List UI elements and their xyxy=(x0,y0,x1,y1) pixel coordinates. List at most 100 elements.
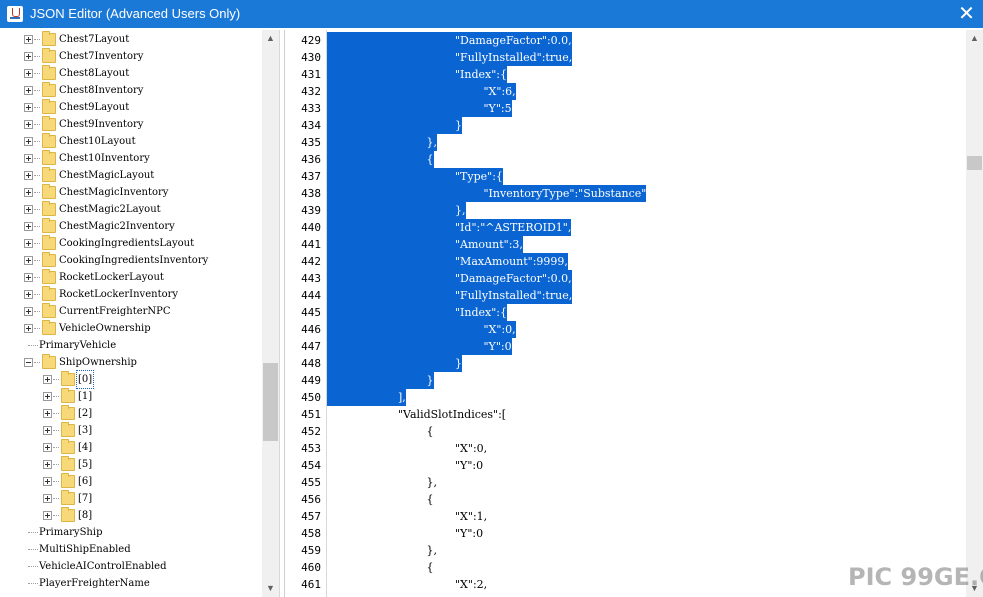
tree-item[interactable]: PrimaryVehicle xyxy=(0,337,262,354)
expand-plus-icon[interactable] xyxy=(43,477,52,486)
tree-item[interactable]: [7] xyxy=(0,490,262,507)
expand-plus-icon[interactable] xyxy=(24,86,33,95)
code-line[interactable]: "X":2, xyxy=(455,576,487,593)
expand-plus-icon[interactable] xyxy=(24,154,33,163)
tree-item[interactable]: ChestMagic2Layout xyxy=(0,201,262,218)
expand-plus-icon[interactable] xyxy=(24,324,33,333)
code-line-selected[interactable]: "Index":{ xyxy=(455,66,508,83)
code-line-selected[interactable]: { xyxy=(426,151,434,168)
tree-item[interactable]: RocketLockerLayout xyxy=(0,269,262,286)
expand-plus-icon[interactable] xyxy=(24,307,33,316)
tree-item[interactable]: [3] xyxy=(0,422,262,439)
tree-scrollbar-thumb[interactable] xyxy=(263,363,278,441)
code-line-selected[interactable]: "Amount":3, xyxy=(455,236,523,253)
expand-plus-icon[interactable] xyxy=(24,256,33,265)
editor-scrollbar-thumb[interactable] xyxy=(967,156,982,170)
tree-item[interactable]: Chest9Inventory xyxy=(0,116,262,133)
code-line[interactable]: { xyxy=(427,559,434,576)
code-line-selected[interactable]: "Type":{ xyxy=(455,168,503,185)
tree-item[interactable]: RocketLockerInventory xyxy=(0,286,262,303)
code-line-selected[interactable]: ], xyxy=(398,389,406,406)
code-line[interactable]: }, xyxy=(427,542,438,559)
expand-plus-icon[interactable] xyxy=(43,460,52,469)
tree-item[interactable]: VehicleOwnership xyxy=(0,320,262,337)
tree-scrollbar[interactable]: ▲ ▼ xyxy=(262,30,279,597)
code-line-selected[interactable]: "X":6, xyxy=(483,83,516,100)
code-line[interactable]: }, xyxy=(427,474,438,491)
tree-item[interactable]: CookingIngredientsInventory xyxy=(0,252,262,269)
expand-plus-icon[interactable] xyxy=(24,137,33,146)
tree-item[interactable]: ChestMagic2Inventory xyxy=(0,218,262,235)
tree-item[interactable]: PrimaryShip xyxy=(0,524,262,541)
expand-plus-icon[interactable] xyxy=(24,290,33,299)
code-line[interactable]: "X":1, xyxy=(455,508,487,525)
code-line-selected[interactable]: "Index":{ xyxy=(455,304,508,321)
collapse-minus-icon[interactable] xyxy=(24,358,33,367)
code-line[interactable]: "Y":0 xyxy=(455,525,483,542)
tree-item[interactable]: Chest9Layout xyxy=(0,99,262,116)
code-line-selected[interactable]: "Y":0 xyxy=(483,338,512,355)
code-line-selected[interactable]: "FullyInstalled":true, xyxy=(455,49,573,66)
expand-plus-icon[interactable] xyxy=(24,120,33,129)
tree-item[interactable]: [6] xyxy=(0,473,262,490)
code-line-selected[interactable]: }, xyxy=(426,134,437,151)
expand-plus-icon[interactable] xyxy=(43,375,52,384)
tree-item[interactable]: Chest7Layout xyxy=(0,31,262,48)
expand-plus-icon[interactable] xyxy=(43,426,52,435)
code-line[interactable]: "X":0, xyxy=(455,440,487,457)
code-line[interactable]: "Y":0 xyxy=(455,457,483,474)
code-line-selected[interactable]: "Id":"^ASTEROID1", xyxy=(455,219,572,236)
code-line-selected[interactable]: } xyxy=(426,372,434,389)
code-line-selected[interactable]: "DamageFactor":0.0, xyxy=(455,270,572,287)
tree-item[interactable]: CookingIngredientsLayout xyxy=(0,235,262,252)
tree-item[interactable]: [1] xyxy=(0,388,262,405)
code-line-selected[interactable]: }, xyxy=(455,202,466,219)
tree-item[interactable]: CurrentFreighterNPC xyxy=(0,303,262,320)
tree-item[interactable]: [5] xyxy=(0,456,262,473)
code-line-selected[interactable]: "Y":5 xyxy=(483,100,512,117)
tree-view[interactable]: Chest7Layout Chest7Inventory Chest8Layout C… xyxy=(0,30,280,597)
tree-item[interactable]: [8] xyxy=(0,507,262,524)
expand-plus-icon[interactable] xyxy=(43,511,52,520)
tree-item[interactable]: Chest10Layout xyxy=(0,133,262,150)
expand-plus-icon[interactable] xyxy=(24,69,33,78)
expand-plus-icon[interactable] xyxy=(24,103,33,112)
tree-item[interactable]: [0] xyxy=(0,370,262,389)
tree-item[interactable]: Chest8Layout xyxy=(0,65,262,82)
tree-item[interactable]: MultiShipEnabled xyxy=(0,541,262,558)
tree-item[interactable]: Chest10Inventory xyxy=(0,150,262,167)
expand-plus-icon[interactable] xyxy=(24,239,33,248)
tree-item[interactable]: ChestMagicLayout xyxy=(0,167,262,184)
scroll-up-arrow-icon[interactable]: ▲ xyxy=(262,30,279,47)
code-line-selected[interactable]: "FullyInstalled":true, xyxy=(455,287,573,304)
code-line[interactable]: { xyxy=(427,491,434,508)
expand-plus-icon[interactable] xyxy=(24,222,33,231)
tree-item[interactable]: [2] xyxy=(0,405,262,422)
expand-plus-icon[interactable] xyxy=(43,494,52,503)
code-line[interactable]: { xyxy=(427,423,434,440)
tree-item[interactable]: VehicleAIControlEnabled xyxy=(0,558,262,575)
expand-plus-icon[interactable] xyxy=(24,188,33,197)
scroll-down-arrow-icon[interactable]: ▼ xyxy=(262,580,279,597)
expand-plus-icon[interactable] xyxy=(24,205,33,214)
scroll-up-arrow-icon[interactable]: ▲ xyxy=(966,30,983,47)
expand-plus-icon[interactable] xyxy=(24,52,33,61)
code-line-selected[interactable]: } xyxy=(455,355,462,372)
tree-item[interactable]: Chest8Inventory xyxy=(0,82,262,99)
code-line-selected[interactable]: } xyxy=(455,117,462,134)
editor-scrollbar[interactable]: ▲ ▼ xyxy=(966,30,983,597)
close-button[interactable]: ✕ xyxy=(950,0,983,28)
json-text-editor[interactable]: 429 430 431 432 433 434 435 436 437 438 439 440 441 4… xyxy=(284,30,966,597)
code-line[interactable]: "ValidSlotIndices":[ xyxy=(398,406,506,423)
tree-item[interactable]: ShipOwnership xyxy=(0,354,262,371)
tree-item[interactable]: Chest7Inventory xyxy=(0,48,262,65)
expand-plus-icon[interactable] xyxy=(24,273,33,282)
code-line-selected[interactable]: "X":0, xyxy=(483,321,516,338)
code-line-selected[interactable]: "MaxAmount":9999, xyxy=(455,253,568,270)
code-line-selected[interactable]: "DamageFactor":0.0, xyxy=(455,32,572,49)
expand-plus-icon[interactable] xyxy=(43,443,52,452)
expand-plus-icon[interactable] xyxy=(24,35,33,44)
expand-plus-icon[interactable] xyxy=(43,409,52,418)
expand-plus-icon[interactable] xyxy=(24,171,33,180)
tree-item[interactable]: ChestMagicInventory xyxy=(0,184,262,201)
